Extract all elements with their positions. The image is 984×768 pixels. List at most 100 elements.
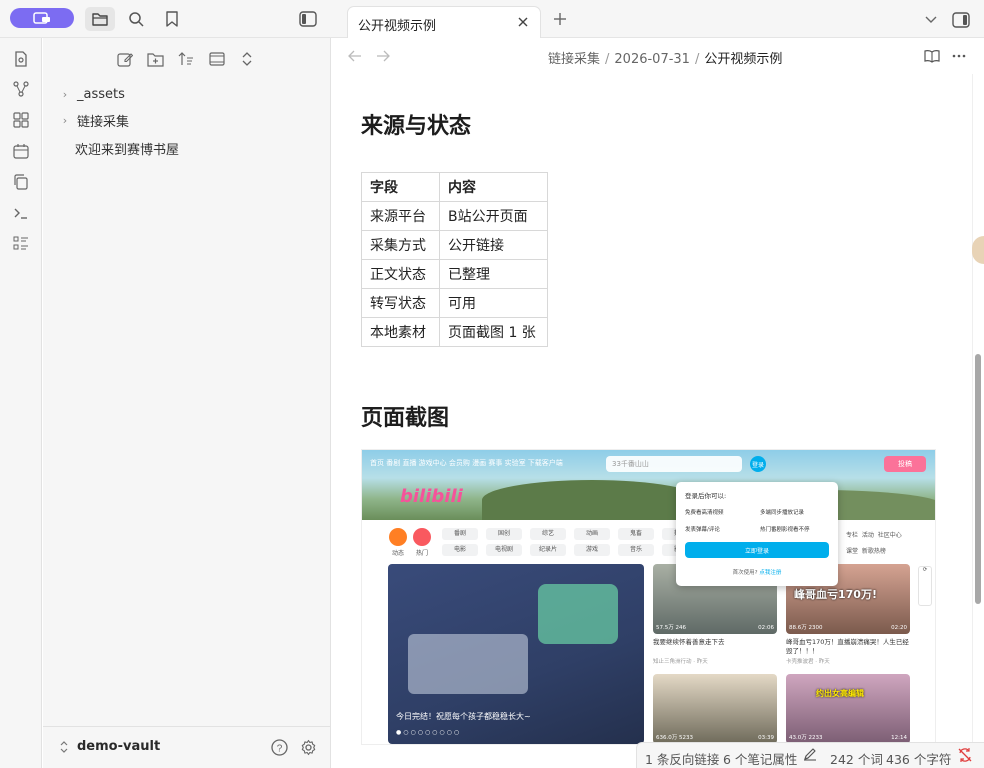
collapse-all-button[interactable]	[236, 48, 258, 70]
card-stats: 57.5万 246	[656, 625, 686, 631]
reading-view-button[interactable]	[922, 46, 942, 66]
close-icon	[518, 17, 528, 27]
category-row-1: 番剧国创综艺动画鬼畜舞蹈	[442, 528, 706, 540]
search-button[interactable]	[121, 7, 151, 31]
more-options-button[interactable]	[949, 46, 969, 66]
breadcrumb-current[interactable]: 公开视频示例	[704, 52, 782, 67]
ribbon-daily-note-button[interactable]	[10, 140, 32, 162]
channel-label: 动态	[391, 550, 404, 557]
scrollbar[interactable]	[972, 74, 984, 768]
tab-close-button[interactable]	[514, 13, 532, 31]
back-button[interactable]	[345, 46, 365, 66]
status-table: 字段 内容 来源平台 B站公开页面 采集方式 公开链接 正文状态 已整理 转写状…	[361, 172, 548, 347]
help-icon: ?	[270, 738, 288, 756]
breadcrumb-separator: /	[605, 52, 610, 67]
popup-footer: 首次使用? 点我注册	[732, 570, 782, 576]
ribbon-tasks-button[interactable]	[10, 232, 32, 254]
view-header: 链接采集 / 2026-07-31 / 公开视频示例	[331, 38, 984, 74]
carousel-dots: ●○○○○○○○○	[396, 729, 462, 736]
heading-page-screenshot: 页面截图	[361, 406, 450, 431]
file-item-welcome[interactable]: 欢迎来到赛博书屋	[65, 136, 291, 160]
new-tab-button[interactable]	[549, 8, 571, 30]
settings-button[interactable]	[298, 737, 318, 757]
popup-login-button: 立即登录	[685, 542, 829, 558]
table-row: 转写状态 可用	[361, 288, 548, 318]
category-chip: 电影	[442, 544, 478, 556]
toggle-right-sidebar-button[interactable]	[950, 9, 972, 31]
chevrons-up-down-icon	[60, 740, 68, 753]
bookmark-icon	[166, 11, 178, 27]
ribbon-command-palette-button[interactable]	[10, 202, 32, 224]
scrollbar-thumb[interactable]	[975, 354, 981, 604]
tab-title: 公开视频示例	[358, 19, 437, 34]
card-stats: 43.0万 2233	[789, 735, 823, 741]
chevron-right-icon: ›	[62, 113, 68, 127]
folder-icon	[92, 13, 108, 26]
more-horizontal-icon	[952, 54, 966, 58]
video-card-title: 峰哥血亏170万！直播崩溃痛哭！人生已经毁了！！！	[786, 638, 909, 655]
table-cell: 采集方式	[361, 230, 440, 260]
ribbon-graph-button[interactable]	[10, 78, 32, 100]
sort-button[interactable]	[175, 48, 197, 70]
backlinks-count[interactable]: 1 条反向链接	[645, 749, 719, 768]
vault-name: demo-vault	[77, 739, 161, 754]
editing-mode-button[interactable]	[803, 747, 817, 764]
new-note-button[interactable]	[114, 48, 136, 70]
folder-item-assets[interactable]: › _assets	[57, 82, 125, 106]
table-cell: 公开链接	[439, 230, 548, 260]
file-explorer-toolbar	[43, 48, 331, 70]
new-folder-button[interactable]	[144, 48, 166, 70]
vault-name-switcher[interactable]: demo-vault	[59, 739, 160, 754]
video-card-thumbnail: 约出女高编辑 43.0万 2233 12:14	[786, 674, 910, 744]
bookmarks-button[interactable]	[157, 7, 187, 31]
word-count: 242 个词	[830, 752, 883, 767]
arrow-left-icon	[348, 50, 361, 62]
file-icon	[15, 51, 27, 67]
panel-icon	[209, 52, 225, 66]
file-explorer-button[interactable]	[85, 7, 115, 31]
vault-switcher-button[interactable]	[10, 8, 74, 28]
login-popup: 登录后你可以: 免费看高清视频 多端同步播放记录 发表弹幕/评论 热门番剧影视看…	[676, 482, 838, 586]
channel-label: 热门	[415, 550, 428, 557]
category-chip: 国创	[486, 528, 522, 540]
table-header-row: 字段 内容	[361, 172, 548, 202]
svg-text:?: ?	[276, 743, 282, 754]
properties-count[interactable]: 6 个笔记属性	[723, 749, 797, 768]
bilibili-banner: 首页 番剧 直播 游戏中心 会员购 漫画 赛事 实验室 下载客户端 33千番山山…	[362, 450, 935, 520]
table-row: 来源平台 B站公开页面	[361, 201, 548, 231]
status-bar: 1 条反向链接 6 个笔记属性 242 个词 436 个字符	[636, 742, 984, 768]
auto-reveal-button[interactable]	[206, 48, 228, 70]
help-button[interactable]: ?	[269, 737, 289, 757]
breadcrumb-subfolder[interactable]: 2026-07-31	[614, 52, 690, 67]
breadcrumb-separator: /	[694, 52, 700, 67]
bilibili-login-avatar: 登录	[750, 456, 766, 472]
tab-active-note[interactable]: 公开视频示例	[347, 6, 541, 39]
ribbon-templates-button[interactable]	[10, 171, 32, 193]
book-open-icon	[924, 50, 940, 63]
folder-item-link-collection[interactable]: › 链接采集	[57, 108, 129, 132]
right-links: 专栏 活动 社区中心 课堂 新歌热榜	[846, 528, 902, 560]
arrow-right-icon	[377, 50, 390, 62]
embedded-screenshot-image[interactable]: 首页 番剧 直播 游戏中心 会员购 漫画 赛事 实验室 下载客户端 33千番山山…	[361, 449, 936, 745]
table-cell: 页面截图 1 张	[439, 317, 548, 347]
right-link: 课堂	[846, 548, 859, 555]
sync-status-button[interactable]	[957, 747, 973, 766]
breadcrumb-folder[interactable]: 链接采集	[548, 52, 600, 67]
gear-icon	[301, 739, 315, 755]
copy-icon	[14, 174, 28, 190]
edit-icon	[117, 53, 133, 67]
pencil-icon	[804, 748, 816, 761]
tab-list-button[interactable]	[920, 9, 942, 31]
table-header-cell: 字段	[361, 172, 440, 202]
ribbon-new-note-button[interactable]	[10, 48, 32, 70]
popup-benefit: 免费看高清视频	[685, 510, 724, 516]
feature-people	[408, 634, 528, 694]
table-cell: 来源平台	[361, 201, 440, 231]
card-overlay-text: 峰哥血亏170万!	[794, 588, 877, 601]
forward-button[interactable]	[373, 46, 393, 66]
file-label: 欢迎来到赛博书屋	[75, 142, 180, 158]
toggle-sidebar-button[interactable]	[293, 7, 323, 31]
ribbon-canvas-button[interactable]	[10, 109, 32, 131]
right-link: 社区中心	[877, 532, 902, 539]
sidebar-toggle-icon	[299, 11, 317, 27]
